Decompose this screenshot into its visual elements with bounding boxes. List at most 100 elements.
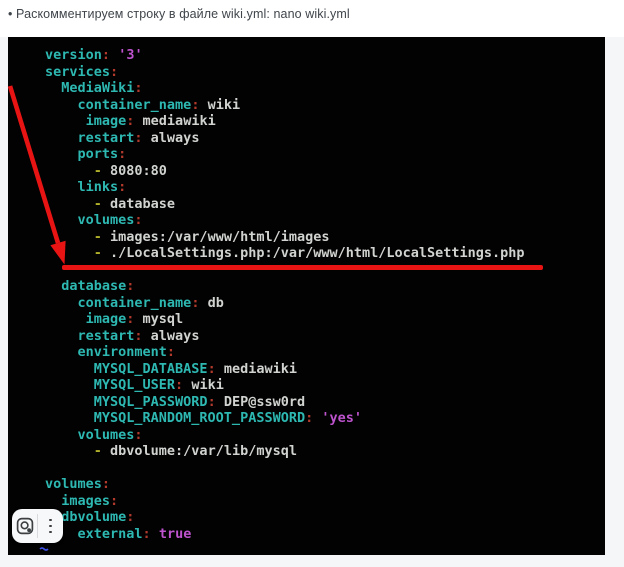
code-line: version: '3' (45, 47, 525, 64)
code-line: external: true (45, 526, 525, 543)
code-segment: mysql (134, 311, 183, 327)
code-line: container_name: db (45, 295, 525, 312)
code-segment: volumes (45, 212, 134, 228)
code-line: dbvolume: (45, 509, 525, 526)
code-line: - dbvolume:/var/lib/mysql (45, 443, 525, 460)
code-segment: wiki (199, 97, 240, 113)
code-segment: : (208, 361, 216, 377)
instruction-text: • Раскомментируем строку в файле wiki.ym… (8, 7, 350, 21)
code-line: - 8080:80 (45, 163, 525, 180)
lens-search-button[interactable] (12, 509, 37, 543)
code-segment: : (110, 493, 118, 509)
more-options-button[interactable] (38, 509, 63, 543)
lens-search-icon (16, 517, 34, 535)
code-segment: : (175, 377, 183, 393)
code-segment: : (208, 394, 216, 410)
code-segment: MYSQL_RANDOM_ROOT_PASSWORD (45, 410, 305, 426)
code-segment: ports (45, 146, 118, 162)
code-line: restart: always (45, 130, 525, 147)
code-segment: always (143, 328, 200, 344)
code-segment: : (126, 278, 134, 294)
code-segment: db (199, 295, 223, 311)
code-segment: images:/var/www/html/images (110, 229, 329, 245)
code-segment: images (45, 493, 110, 509)
code-line: volumes: (45, 476, 525, 493)
code-line: environment: (45, 344, 525, 361)
code-segment: DEP@ssw0rd (216, 394, 305, 410)
more-vertical-icon (49, 519, 52, 534)
code-segment: image (45, 311, 126, 327)
code-segment: : (134, 130, 142, 146)
code-line: - ./LocalSettings.php:/var/www/html/Loca… (45, 245, 525, 262)
code-segment: restart (45, 328, 134, 344)
code-segment: : (167, 344, 175, 360)
code-segment: : (134, 212, 142, 228)
code-segment: : (102, 47, 110, 63)
code-line: services: (45, 64, 525, 81)
code-segment: ./LocalSettings.php:/var/www/html/LocalS… (110, 245, 525, 261)
code-segment: : (118, 179, 126, 195)
yaml-code: version: '3'services: MediaWiki: contain… (8, 37, 525, 542)
code-segment: 'yes' (321, 410, 362, 426)
code-segment: volumes (45, 427, 134, 443)
selection-squiggle (39, 546, 51, 551)
code-segment: version (45, 47, 102, 63)
code-segment: '3' (118, 47, 142, 63)
code-segment: database (45, 278, 126, 294)
code-segment: wiki (183, 377, 224, 393)
code-segment: volumes (45, 476, 102, 492)
code-line: MYSQL_RANDOM_ROOT_PASSWORD: 'yes' (45, 410, 525, 427)
code-segment: : (134, 427, 142, 443)
code-segment (110, 47, 118, 63)
code-segment: : (126, 509, 134, 525)
code-segment: : (110, 64, 118, 80)
code-line: image: mysql (45, 311, 525, 328)
code-segment: : (305, 410, 313, 426)
code-line: MYSQL_PASSWORD: DEP@ssw0rd (45, 394, 525, 411)
code-segment: : (134, 328, 142, 344)
code-line: - images:/var/www/html/images (45, 229, 525, 246)
code-line: volumes: (45, 427, 525, 444)
code-segment: always (143, 130, 200, 146)
code-segment: - (45, 245, 110, 261)
code-segment: environment (45, 344, 167, 360)
code-segment: MYSQL_PASSWORD (45, 394, 208, 410)
code-line: database: (45, 278, 525, 295)
terminal-window: version: '3'services: MediaWiki: contain… (8, 37, 605, 555)
code-line: volumes: (45, 212, 525, 229)
code-line: images: (45, 493, 525, 510)
code-segment: true (159, 526, 192, 542)
code-segment: services (45, 64, 110, 80)
code-segment: MYSQL_DATABASE (45, 361, 208, 377)
code-line: MYSQL_USER: wiki (45, 377, 525, 394)
code-segment: MediaWiki (45, 80, 134, 96)
code-segment: : (134, 80, 142, 96)
annotation-underline (62, 265, 543, 270)
code-segment: - (45, 163, 110, 179)
code-segment (151, 526, 159, 542)
code-segment: - (45, 443, 110, 459)
code-line: links: (45, 179, 525, 196)
code-line: restart: always (45, 328, 525, 345)
code-line: ports: (45, 146, 525, 163)
code-line: MYSQL_DATABASE: mediawiki (45, 361, 525, 378)
code-line: container_name: wiki (45, 97, 525, 114)
code-line: MediaWiki: (45, 80, 525, 97)
code-segment: dbvolume:/var/lib/mysql (110, 443, 297, 459)
code-segment: database (110, 196, 175, 212)
code-segment: image (45, 113, 126, 129)
code-segment: : (118, 146, 126, 162)
code-segment: links (45, 179, 118, 195)
code-segment: : (143, 526, 151, 542)
screenshot-toolbar (12, 509, 63, 543)
code-line: image: mediawiki (45, 113, 525, 130)
code-segment: restart (45, 130, 134, 146)
code-segment: - (45, 229, 110, 245)
code-segment: - (45, 196, 110, 212)
code-line (45, 460, 525, 477)
code-line: - database (45, 196, 525, 213)
code-segment: 8080:80 (110, 163, 167, 179)
code-segment: mediawiki (134, 113, 215, 129)
code-segment: mediawiki (216, 361, 297, 377)
code-segment: MYSQL_USER (45, 377, 175, 393)
